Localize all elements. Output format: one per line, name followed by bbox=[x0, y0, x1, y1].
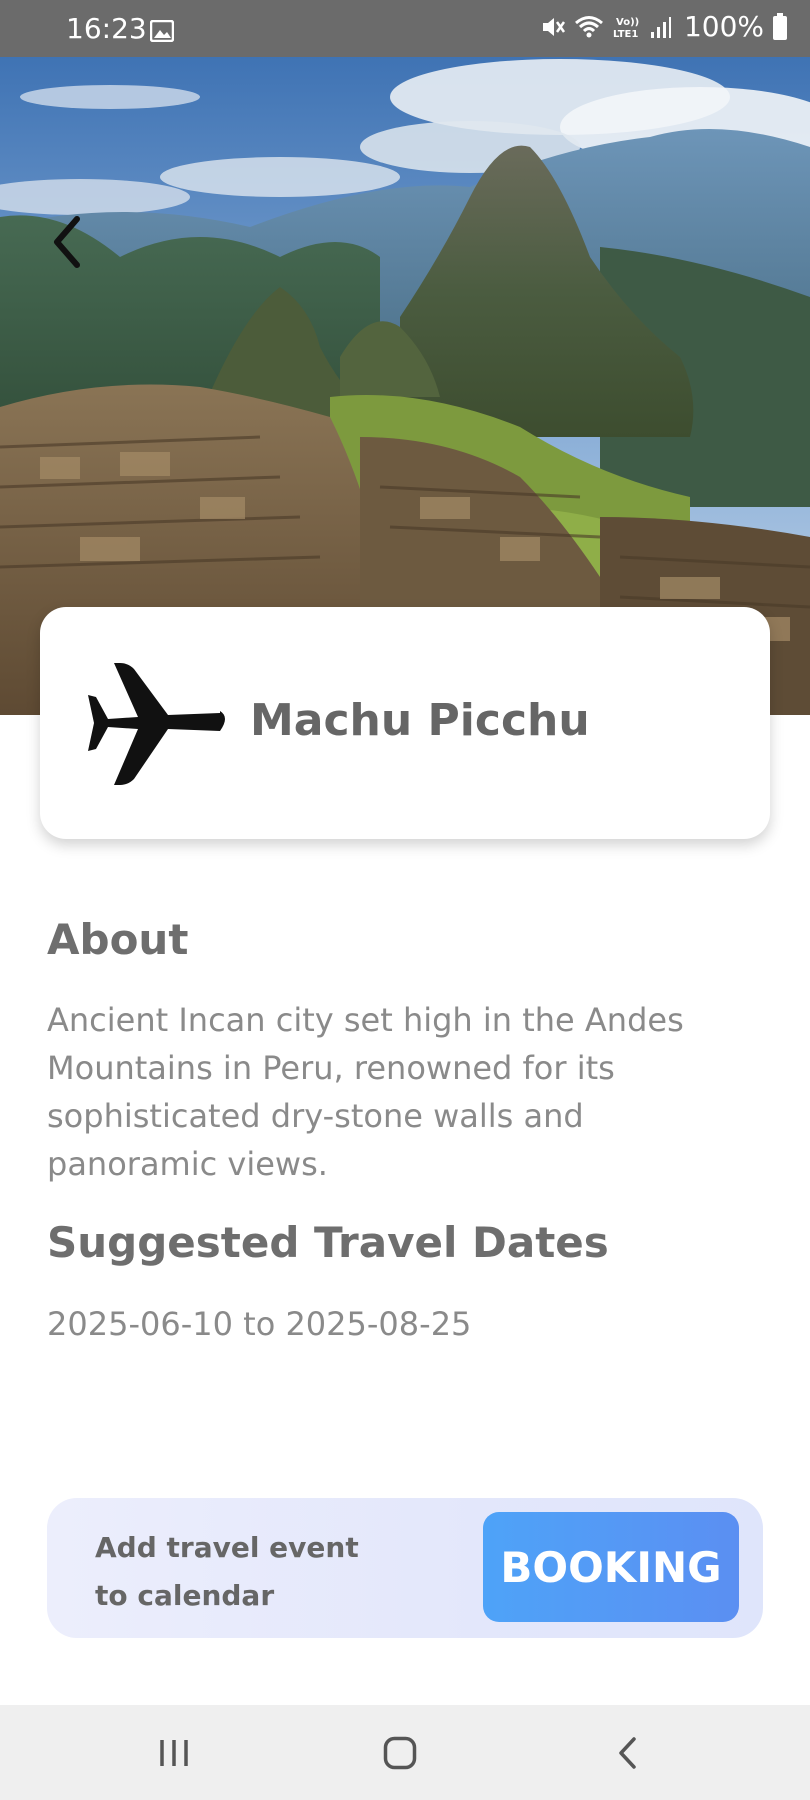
home-button[interactable] bbox=[370, 1729, 430, 1777]
booking-bar: Add travel event to calendar BOOKING bbox=[47, 1498, 763, 1638]
travel-dates-heading: Suggested Travel Dates bbox=[47, 1218, 609, 1267]
status-right: Vo)) LTE1 100% bbox=[540, 10, 788, 43]
place-card: Machu Picchu bbox=[40, 607, 770, 839]
status-time: 16:23 bbox=[66, 12, 147, 45]
about-text: Ancient Incan city set high in the Andes… bbox=[47, 1001, 684, 1183]
recents-button[interactable] bbox=[144, 1729, 204, 1777]
battery-percent: 100% bbox=[683, 10, 764, 43]
system-nav-bar bbox=[0, 1705, 810, 1800]
back-icon bbox=[619, 1737, 636, 1769]
wifi-icon bbox=[574, 14, 604, 40]
add-to-calendar-label: Add travel event to calendar bbox=[95, 1531, 359, 1612]
signal-icon bbox=[650, 14, 672, 40]
about-heading: About bbox=[47, 915, 189, 964]
battery-icon bbox=[772, 12, 788, 41]
home-icon bbox=[383, 1736, 417, 1770]
booking-button[interactable]: BOOKING bbox=[483, 1512, 739, 1622]
svg-text:Vo)): Vo)) bbox=[616, 17, 639, 28]
back-button[interactable] bbox=[40, 207, 92, 277]
recents-icon bbox=[160, 1740, 188, 1766]
travel-dates-range: 2025-06-10 to 2025-08-25 bbox=[47, 1305, 472, 1343]
gallery-icon bbox=[149, 16, 175, 43]
system-back-button[interactable] bbox=[598, 1729, 658, 1777]
place-title: Machu Picchu bbox=[250, 695, 590, 746]
airplane-icon bbox=[88, 663, 225, 785]
volte-icon: Vo)) LTE1 bbox=[612, 14, 642, 40]
status-bar: 16:23 Vo)) LTE1 100% bbox=[0, 0, 810, 57]
mute-icon bbox=[540, 14, 566, 40]
chevron-left-icon bbox=[54, 216, 80, 268]
svg-text:LTE1: LTE1 bbox=[613, 29, 638, 40]
